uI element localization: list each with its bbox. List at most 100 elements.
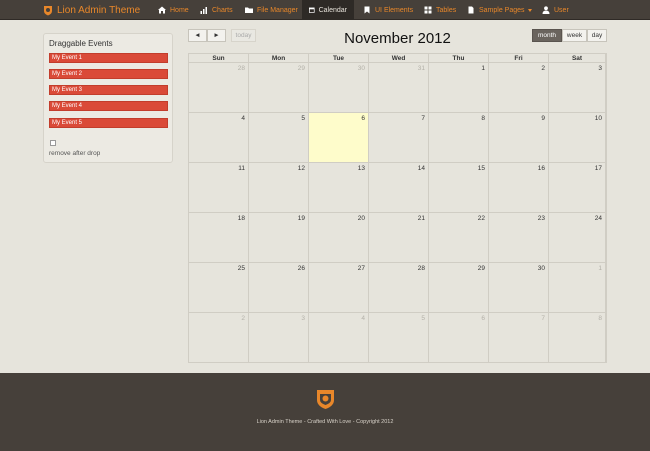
weekday-header: Fri: [489, 54, 549, 63]
day-number: 1: [481, 65, 485, 72]
day-number: 22: [477, 215, 485, 222]
day-number: 26: [297, 265, 305, 272]
nav-item-file-manager[interactable]: File Manager: [238, 0, 305, 20]
day-number: 5: [421, 315, 425, 322]
nav-item-label: User: [554, 6, 569, 14]
calendar-day-cell[interactable]: 21: [369, 213, 429, 263]
brand[interactable]: Lion Admin Theme: [43, 0, 140, 20]
calendar-day-cell[interactable]: 9: [489, 113, 549, 163]
calendar-day-cell[interactable]: 16: [489, 163, 549, 213]
event-item[interactable]: My Event 1: [49, 53, 168, 63]
day-number: 13: [357, 165, 365, 172]
nav-item-home[interactable]: Home: [151, 0, 196, 20]
day-number: 3: [301, 315, 305, 322]
calendar-day-cell[interactable]: 18: [189, 213, 249, 263]
day-number: 4: [241, 115, 245, 122]
day-number: 27: [357, 265, 365, 272]
calendar-day-cell[interactable]: 6: [309, 113, 369, 163]
calendar-day-cell-other-month[interactable]: 6: [429, 313, 489, 363]
calendar-day-cell[interactable]: 2: [489, 63, 549, 113]
calendar-day-cell[interactable]: 1: [429, 63, 489, 113]
calendar-day-cell[interactable]: 29: [429, 263, 489, 313]
calendar-day-cell-other-month[interactable]: 3: [249, 313, 309, 363]
file-icon: [468, 6, 474, 14]
table-icon: [424, 6, 432, 14]
nav-item-tables[interactable]: Tables: [417, 0, 463, 20]
nav-item-label: Charts: [212, 6, 233, 14]
calendar-day-cell-other-month[interactable]: 5: [369, 313, 429, 363]
home-icon: [158, 6, 166, 14]
nav-item-ui-elements[interactable]: UI Elements: [356, 0, 420, 20]
event-item[interactable]: My Event 4: [49, 101, 168, 111]
calendar-day-cell-other-month[interactable]: 4: [309, 313, 369, 363]
weekday-header: Thu: [429, 54, 489, 63]
event-item[interactable]: My Event 5: [49, 118, 168, 128]
calendar-day-cell[interactable]: 19: [249, 213, 309, 263]
calendar-day-cell[interactable]: 24: [549, 213, 606, 263]
calendar-day-cell[interactable]: 7: [369, 113, 429, 163]
calendar-day-cell[interactable]: 27: [309, 263, 369, 313]
view-day-button[interactable]: day: [587, 29, 607, 42]
day-number: 16: [537, 165, 545, 172]
calendar-day-cell-other-month[interactable]: 7: [489, 313, 549, 363]
calendar-day-cell-other-month[interactable]: 31: [369, 63, 429, 113]
calendar-day-cell[interactable]: 4: [189, 113, 249, 163]
calendar-day-cell[interactable]: 15: [429, 163, 489, 213]
folder-icon: [245, 7, 253, 13]
lion-shield-icon: [44, 5, 52, 15]
nav-item-label: Home: [170, 6, 189, 14]
calendar-day-cell-other-month[interactable]: 1: [549, 263, 606, 313]
day-number: 30: [537, 265, 545, 272]
calendar-day-cell-other-month[interactable]: 28: [189, 63, 249, 113]
nav-item-label: Calendar: [318, 6, 347, 14]
calendar-day-cell[interactable]: 8: [429, 113, 489, 163]
calendar-day-cell[interactable]: 13: [309, 163, 369, 213]
calendar-day-cell[interactable]: 25: [189, 263, 249, 313]
day-number: 7: [421, 115, 425, 122]
calendar-day-cell-other-month[interactable]: 2: [189, 313, 249, 363]
day-number: 7: [541, 315, 545, 322]
nav-item-charts[interactable]: Charts: [193, 0, 240, 20]
day-number: 6: [481, 315, 485, 322]
weekday-header: Wed: [369, 54, 429, 63]
day-number: 29: [477, 265, 485, 272]
calendar-day-cell[interactable]: 3: [549, 63, 606, 113]
calendar-day-cell[interactable]: 23: [489, 213, 549, 263]
calendar-day-cell[interactable]: 10: [549, 113, 606, 163]
calendar-day-cell[interactable]: 20: [309, 213, 369, 263]
calendar-day-cell[interactable]: 11: [189, 163, 249, 213]
calendar-day-cell[interactable]: 14: [369, 163, 429, 213]
calendar-day-cell[interactable]: 5: [249, 113, 309, 163]
calendar-day-cell[interactable]: 22: [429, 213, 489, 263]
calendar-day-cell[interactable]: 30: [489, 263, 549, 313]
day-number: 2: [241, 315, 245, 322]
day-number: 18: [237, 215, 245, 222]
calendar-day-cell-other-month[interactable]: 29: [249, 63, 309, 113]
calendar-day-cell-other-month[interactable]: 8: [549, 313, 606, 363]
weekday-header: Mon: [249, 54, 309, 63]
calendar-grid: Sun Mon Tue Wed Thu Fri Sat 28 29 30 31 1 2 3 4 5 6 7 8 9 10…: [188, 53, 607, 363]
nav-item-sample-pages[interactable]: Sample Pages: [460, 0, 539, 20]
day-number: 24: [594, 215, 602, 222]
remove-after-drop-checkbox[interactable]: [50, 140, 56, 146]
event-item[interactable]: My Event 3: [49, 85, 168, 95]
event-item[interactable]: My Event 2: [49, 69, 168, 79]
calendar-day-cell[interactable]: 26: [249, 263, 309, 313]
day-number: 21: [417, 215, 425, 222]
view-week-button[interactable]: week: [562, 29, 587, 42]
day-number: 1: [598, 265, 602, 272]
nav-item-calendar[interactable]: Calendar: [302, 0, 354, 20]
day-number: 12: [297, 165, 305, 172]
day-number: 6: [361, 115, 365, 122]
nav-item-user[interactable]: User: [535, 0, 576, 20]
calendar-day-cell[interactable]: 28: [369, 263, 429, 313]
view-month-button[interactable]: month: [532, 29, 562, 42]
calendar-day-cell[interactable]: 12: [249, 163, 309, 213]
calendar-day-cell[interactable]: 17: [549, 163, 606, 213]
day-number: 28: [237, 65, 245, 72]
day-number: 25: [237, 265, 245, 272]
day-number: 8: [598, 315, 602, 322]
calendar-day-cell-other-month[interactable]: 30: [309, 63, 369, 113]
user-icon: [542, 6, 550, 14]
day-number: 28: [417, 265, 425, 272]
